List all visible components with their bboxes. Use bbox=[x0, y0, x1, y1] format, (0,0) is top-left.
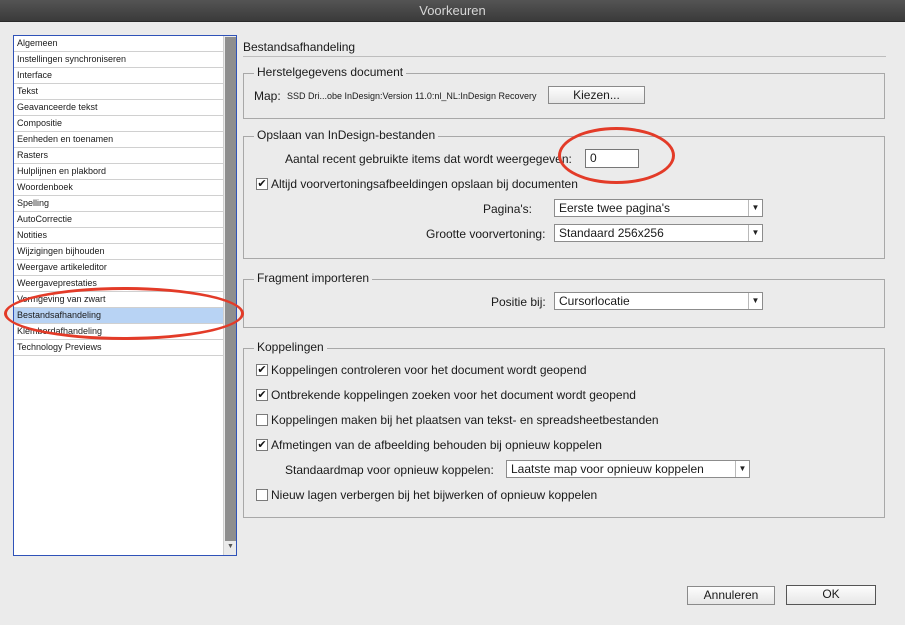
check-links-label: Koppelingen controleren voor het documen… bbox=[271, 363, 587, 377]
position-label: Positie bij: bbox=[491, 295, 546, 309]
links-group-title: Koppelingen bbox=[254, 340, 327, 354]
preview-size-select[interactable]: Standaard 256x256 ▼ bbox=[554, 224, 763, 242]
annotation-ellipse-selected-category bbox=[4, 287, 244, 340]
preview-size-select-value: Standaard 256x256 bbox=[559, 226, 664, 240]
category-list-scrollbar[interactable]: ▼ bbox=[223, 36, 236, 555]
sidebar-item[interactable]: Technology Previews bbox=[14, 340, 223, 356]
sidebar-item[interactable]: Woordenboek bbox=[14, 180, 223, 196]
check-links-checkbox[interactable]: ✔ bbox=[256, 364, 268, 376]
fragment-group-title: Fragment importeren bbox=[254, 271, 373, 285]
scroll-down-arrow-icon[interactable]: ▼ bbox=[224, 542, 237, 552]
sidebar-item[interactable]: Interface bbox=[14, 68, 223, 84]
sidebar-item[interactable]: Geavanceerde tekst bbox=[14, 100, 223, 116]
page-title: Bestandsafhandeling bbox=[243, 40, 356, 54]
position-select-value: Cursorlocatie bbox=[559, 294, 630, 308]
create-links-label: Koppelingen maken bij het plaatsen van t… bbox=[271, 413, 659, 427]
sidebar-item[interactable]: Hulplijnen en plakbord bbox=[14, 164, 223, 180]
scrollbar-thumb[interactable] bbox=[225, 37, 236, 541]
find-missing-links-checkbox[interactable]: ✔ bbox=[256, 389, 268, 401]
pages-select[interactable]: Eerste twee pagina's ▼ bbox=[554, 199, 763, 217]
sidebar-item[interactable]: Algemeen bbox=[14, 36, 223, 52]
sidebar-item[interactable]: Wijzigingen bijhouden bbox=[14, 244, 223, 260]
preview-size-label: Grootte voorvertoning: bbox=[426, 227, 546, 241]
chevron-down-icon: ▼ bbox=[748, 200, 762, 216]
chevron-down-icon: ▼ bbox=[748, 293, 762, 309]
sidebar-item[interactable]: Eenheden en toenamen bbox=[14, 132, 223, 148]
recovery-path: SSD Dri...obe InDesign:Version 11.0:nl_N… bbox=[287, 91, 537, 101]
chevron-down-icon: ▼ bbox=[748, 225, 762, 241]
find-missing-links-label: Ontbrekende koppelingen zoeken voor het … bbox=[271, 388, 636, 402]
pages-label: Pagina's: bbox=[483, 202, 532, 216]
choose-folder-button[interactable]: Kiezen... bbox=[548, 86, 645, 104]
cancel-button[interactable]: Annuleren bbox=[687, 586, 775, 605]
position-select[interactable]: Cursorlocatie ▼ bbox=[554, 292, 763, 310]
sidebar-item[interactable]: Weergave artikeleditor bbox=[14, 260, 223, 276]
sidebar-item[interactable]: Notities bbox=[14, 228, 223, 244]
chevron-down-icon: ▼ bbox=[735, 461, 749, 477]
recovery-group-title: Herstelgegevens document bbox=[254, 65, 407, 79]
sidebar-item[interactable]: AutoCorrectie bbox=[14, 212, 223, 228]
keep-dimensions-checkbox[interactable]: ✔ bbox=[256, 439, 268, 451]
default-folder-select-value: Laatste map voor opnieuw koppelen bbox=[511, 462, 704, 476]
sidebar-item[interactable]: Compositie bbox=[14, 116, 223, 132]
recent-items-label: Aantal recent gebruikte items dat wordt … bbox=[285, 152, 572, 166]
pages-select-value: Eerste twee pagina's bbox=[559, 201, 671, 215]
create-links-checkbox[interactable] bbox=[256, 414, 268, 426]
ok-button[interactable]: OK bbox=[786, 585, 876, 605]
sidebar-item[interactable]: Tekst bbox=[14, 84, 223, 100]
keep-dimensions-label: Afmetingen van de afbeelding behouden bi… bbox=[271, 438, 602, 452]
sidebar-item[interactable]: Rasters bbox=[14, 148, 223, 164]
map-label: Map: bbox=[254, 89, 281, 103]
always-preview-checkbox[interactable]: ✔ bbox=[256, 178, 268, 190]
window-title: Voorkeuren bbox=[0, 0, 905, 22]
hide-layers-checkbox[interactable] bbox=[256, 489, 268, 501]
default-folder-label: Standaardmap voor opnieuw koppelen: bbox=[285, 463, 494, 477]
annotation-ellipse-recent-items bbox=[558, 127, 675, 184]
hide-layers-label: Nieuw lagen verbergen bij het bijwerken … bbox=[271, 488, 598, 502]
title-divider bbox=[243, 56, 886, 57]
default-folder-select[interactable]: Laatste map voor opnieuw koppelen ▼ bbox=[506, 460, 750, 478]
sidebar-item[interactable]: Instellingen synchroniseren bbox=[14, 52, 223, 68]
always-preview-label: Altijd voorvertoningsafbeeldingen opslaa… bbox=[271, 177, 578, 191]
saving-group-title: Opslaan van InDesign-bestanden bbox=[254, 128, 439, 142]
sidebar-item[interactable]: Spelling bbox=[14, 196, 223, 212]
